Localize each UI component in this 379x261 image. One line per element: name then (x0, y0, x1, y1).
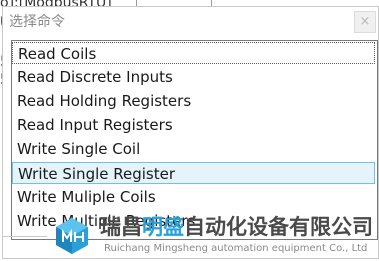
command-list[interactable]: Read Coils Read Discrete Inputs Read Hol… (11, 40, 378, 240)
cube-logo-icon (56, 218, 88, 254)
command-item-read-holding-registers[interactable]: Read Holding Registers (12, 90, 375, 112)
command-item-write-single-register[interactable]: Write Single Register (12, 162, 375, 184)
command-item-read-discrete-inputs[interactable]: Read Discrete Inputs (12, 66, 375, 88)
dialog-bottom-edge (3, 236, 47, 237)
close-icon: × (359, 14, 371, 29)
close-button[interactable]: × (354, 11, 376, 33)
watermark-name-part: 瑞昌 (100, 215, 142, 239)
screen: o]:[ModbusRTU] U 5 5 选择命令 × Read Coils R… (0, 0, 379, 261)
command-item-read-coils[interactable]: Read Coils (12, 42, 375, 64)
company-watermark: 瑞昌明盛自动化设备有限公司 Ruichang Mingsheng automat… (52, 212, 379, 261)
watermark-company-name: 瑞昌明盛自动化设备有限公司 (100, 214, 373, 240)
watermark-name-part: 自动化设备有限公司 (184, 215, 373, 239)
watermark-english-name: Ruichang Mingsheng automation equipment … (104, 243, 368, 254)
command-item-write-multiple-coils[interactable]: Write Muliple Coils (12, 186, 375, 208)
command-item-write-single-coil[interactable]: Write Single Coil (12, 138, 375, 160)
dialog-title: 选择命令 (9, 14, 65, 30)
command-item-read-input-registers[interactable]: Read Input Registers (12, 114, 375, 136)
watermark-name-accent: 明盛 (142, 215, 184, 239)
